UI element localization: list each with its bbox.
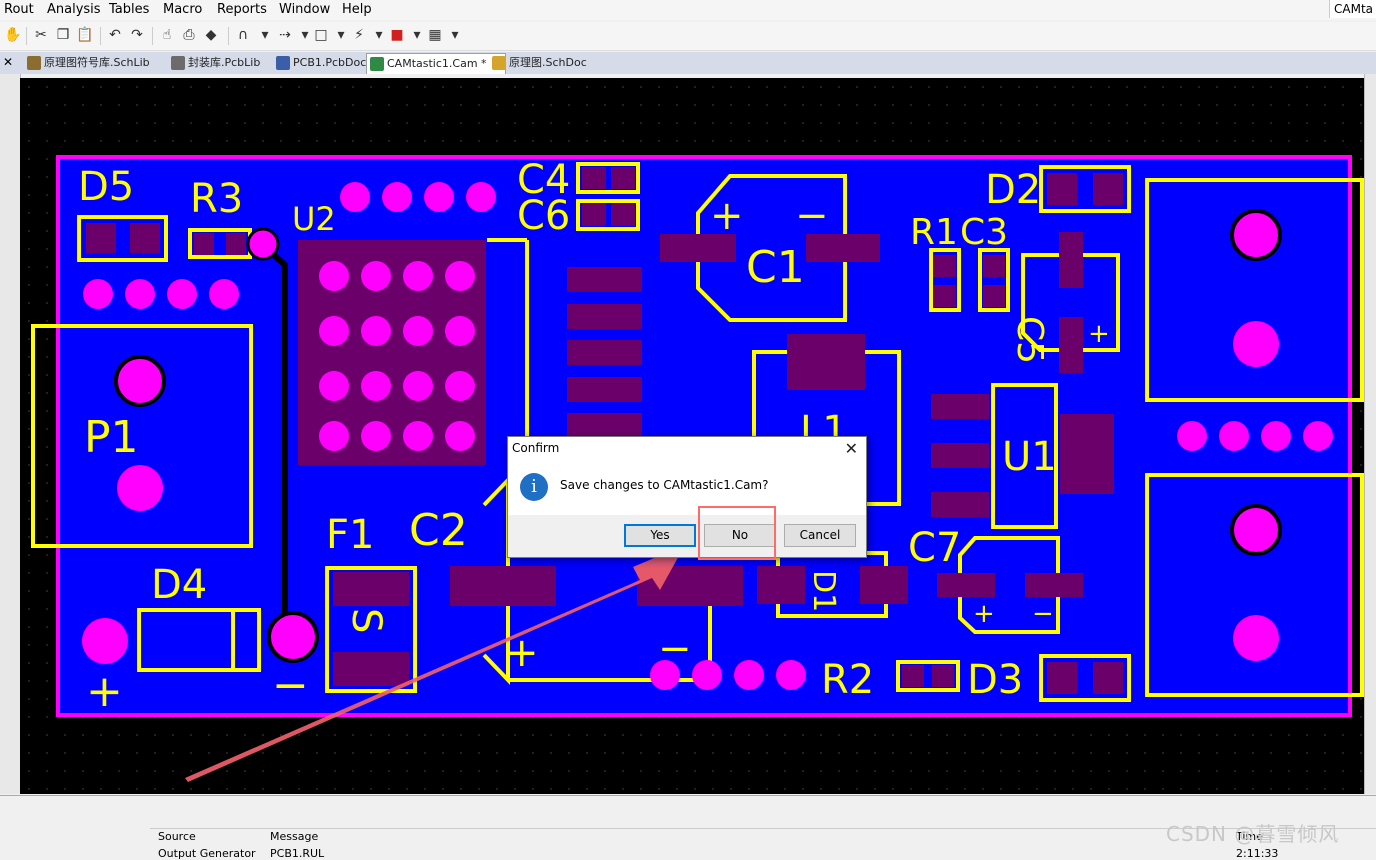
- label-plus-c7: +: [973, 599, 995, 629]
- close-panel-icon[interactable]: ✕: [3, 55, 13, 69]
- tab-schdoc[interactable]: 原理图.SchDoc: [489, 53, 611, 73]
- label-r1: R1: [910, 212, 958, 253]
- label-c6: C6: [517, 193, 570, 239]
- label-f1: F1: [326, 512, 374, 558]
- label-c1: C1: [746, 242, 805, 293]
- label-s-f1: S: [343, 608, 389, 633]
- column-message[interactable]: Message: [270, 830, 318, 843]
- label-c3: C3: [960, 212, 1008, 253]
- menu-rout[interactable]: Rout: [4, 2, 34, 17]
- label-d1: D1: [806, 570, 841, 612]
- pcbdoc-icon: [276, 56, 290, 70]
- label-plus-c5: +: [1088, 319, 1110, 349]
- app-title: CAMta: [1329, 0, 1376, 18]
- tab-pcbdoc[interactable]: PCB1.PcbDoc: [273, 53, 381, 73]
- document-tabs: ✕ 原理图符号库.SchLib 封装库.PcbLib PCB1.PcbDoc C…: [0, 52, 1376, 74]
- measure-icon[interactable]: ⚡: [350, 26, 368, 44]
- close-icon[interactable]: ✕: [845, 439, 858, 458]
- label-u2: U2: [292, 200, 336, 238]
- cancel-button[interactable]: Cancel: [784, 524, 856, 547]
- print-icon[interactable]: ⎙: [180, 26, 198, 44]
- dropdown-arrow-icon[interactable]: ▾: [408, 26, 426, 44]
- menu-macro[interactable]: Macro: [163, 2, 202, 17]
- left-panel-strip[interactable]: [0, 74, 21, 794]
- connect-icon[interactable]: ⇢: [276, 26, 294, 44]
- menu-help[interactable]: Help: [342, 2, 372, 17]
- column-source[interactable]: Source: [158, 830, 196, 843]
- tab-schlib[interactable]: 原理图符号库.SchLib: [24, 53, 182, 73]
- label-r2: R2: [821, 657, 874, 703]
- label-u1: U1: [1002, 434, 1057, 480]
- redo-icon[interactable]: ↷: [128, 26, 146, 44]
- pan-icon[interactable]: ☝: [158, 26, 176, 44]
- highlight-no-button: [698, 506, 776, 560]
- label-r3: R3: [190, 176, 243, 222]
- menu-window[interactable]: Window: [279, 2, 330, 17]
- label-c2: C2: [409, 505, 468, 556]
- tab-pcblib[interactable]: 封装库.PcbLib: [168, 53, 286, 73]
- dropdown-arrow-icon[interactable]: ▾: [256, 26, 274, 44]
- rectangle-icon[interactable]: □: [312, 26, 330, 44]
- dropdown-arrow-icon[interactable]: ▾: [332, 26, 350, 44]
- row-time[interactable]: 2:11:33: [1236, 847, 1278, 860]
- dropdown-arrow-icon[interactable]: ▾: [370, 26, 388, 44]
- dialog-title: Confirm: [512, 441, 560, 455]
- dialog-message: Save changes to CAMtastic1.Cam?: [560, 478, 769, 492]
- label-d5: D5: [78, 164, 134, 210]
- label-d3: D3: [967, 657, 1023, 703]
- dropdown-arrow-icon[interactable]: ▾: [446, 26, 464, 44]
- cam-icon: [370, 57, 384, 71]
- label-minus-d4: −: [272, 660, 309, 711]
- undo-icon[interactable]: ↶: [106, 26, 124, 44]
- label-plus-d4: +: [86, 666, 123, 717]
- right-panel-strip[interactable]: [1364, 74, 1376, 794]
- label-d2: D2: [985, 167, 1041, 213]
- copy-icon[interactable]: ❐: [54, 26, 72, 44]
- row-source[interactable]: Output Generator: [158, 847, 256, 860]
- schdoc-icon: [492, 56, 506, 70]
- pcblib-icon: [171, 56, 185, 70]
- hand-icon[interactable]: ✋: [4, 26, 22, 44]
- tab-camtastic[interactable]: CAMtastic1.Cam *: [366, 53, 506, 74]
- label-plus-c1: +: [710, 193, 744, 239]
- label-d4: D4: [151, 562, 207, 608]
- grid-icon[interactable]: ▦: [426, 26, 444, 44]
- menu-tables[interactable]: Tables: [109, 2, 149, 17]
- layer-icon[interactable]: ■: [388, 26, 406, 44]
- label-p1: P1: [84, 412, 139, 463]
- label-minus-c7: −: [1032, 599, 1054, 629]
- info-icon: i: [520, 473, 548, 501]
- label-minus-c2: −: [658, 626, 692, 672]
- menu-analysis[interactable]: Analysis: [47, 2, 101, 17]
- confirm-dialog: Confirm ✕ i Save changes to CAMtastic1.C…: [507, 436, 867, 558]
- toolbar: ✋ ✂ ❐ 📋 ↶ ↷ ☝ ⎙ ◆ ∩ ▾ ⇢ ▾ □ ▾ ⚡ ▾ ■ ▾ ▦ …: [0, 22, 1376, 51]
- menu-bar: Rout Analysis Tables Macro Reports Windo…: [0, 0, 1376, 20]
- menu-reports[interactable]: Reports: [217, 2, 267, 17]
- schlib-icon: [27, 56, 41, 70]
- cut-icon[interactable]: ✂: [32, 26, 50, 44]
- label-minus-c1: −: [795, 193, 829, 239]
- route-icon[interactable]: ∩: [234, 26, 252, 44]
- label-c7: C7: [908, 525, 961, 571]
- label-c5: C5: [1009, 316, 1050, 364]
- watermark: CSDN @暮雪倾风: [1166, 822, 1340, 846]
- board-icon[interactable]: ◆: [202, 26, 220, 44]
- yes-button[interactable]: Yes: [624, 524, 696, 547]
- paste-icon[interactable]: 📋: [76, 26, 94, 44]
- row-message[interactable]: PCB1.RUL: [270, 847, 324, 860]
